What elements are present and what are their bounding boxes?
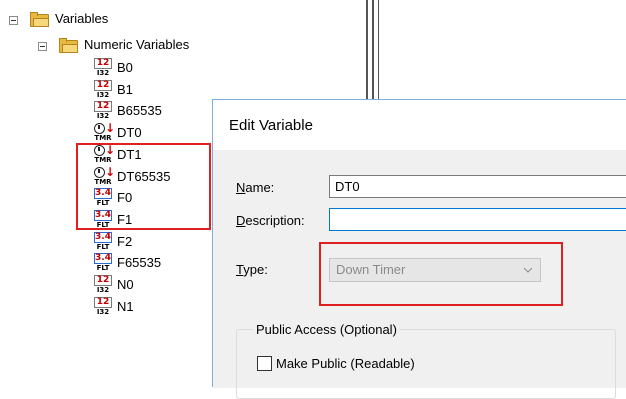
integer-icon: 12 I32 [93, 297, 113, 317]
window-edge [378, 0, 379, 100]
description-field[interactable] [329, 208, 626, 231]
collapse-variables-toggle[interactable] [9, 16, 18, 25]
tree-node-variables[interactable]: Variables [55, 11, 108, 27]
collapse-numeric-variables-toggle[interactable] [38, 42, 47, 51]
public-access-caption: Public Access (Optional) [253, 322, 400, 338]
window-edge [372, 0, 374, 100]
tree-item-label: B1 [117, 82, 133, 97]
tree-item-label: F2 [117, 234, 133, 249]
tree-item-label: N1 [117, 299, 134, 314]
window-edge [366, 0, 368, 100]
tree-item-label: B0 [117, 60, 133, 75]
dialog-body: Name: DT0 Description: Type: Down Timer … [213, 150, 626, 399]
tree-item-label: DT0 [117, 125, 142, 140]
tree-item-label: N0 [117, 277, 134, 292]
integer-icon: 12 I32 [93, 80, 113, 100]
integer-icon: 12 I32 [93, 58, 113, 78]
edit-variable-dialog: Edit Variable Name: DT0 Description: Typ… [212, 99, 626, 399]
dialog-title: Edit Variable [229, 117, 313, 134]
name-label: Name: [236, 180, 275, 195]
down-timer-icon: ↓ TMR [94, 121, 116, 142]
tree-node-numeric-variables[interactable]: Numeric Variables [84, 37, 189, 53]
make-public-checkbox[interactable] [257, 356, 272, 371]
tree-item-label: B65535 [117, 103, 162, 118]
description-label: Description: [236, 213, 305, 228]
timer-items-highlight [76, 143, 211, 230]
type-highlight [319, 242, 563, 306]
tree-item-label: F65535 [117, 255, 162, 270]
folder-icon [30, 12, 50, 27]
float-icon: 3.4 FLT [94, 232, 112, 251]
integer-icon: 12 I32 [93, 275, 113, 295]
integer-icon: 12 I32 [93, 101, 113, 121]
name-field[interactable]: DT0 [329, 175, 626, 198]
type-label: Type: [236, 262, 268, 277]
folder-icon [59, 38, 79, 53]
float-icon: 3.4 FLT [94, 253, 112, 272]
make-public-label[interactable]: Make Public (Readable) [276, 356, 415, 372]
